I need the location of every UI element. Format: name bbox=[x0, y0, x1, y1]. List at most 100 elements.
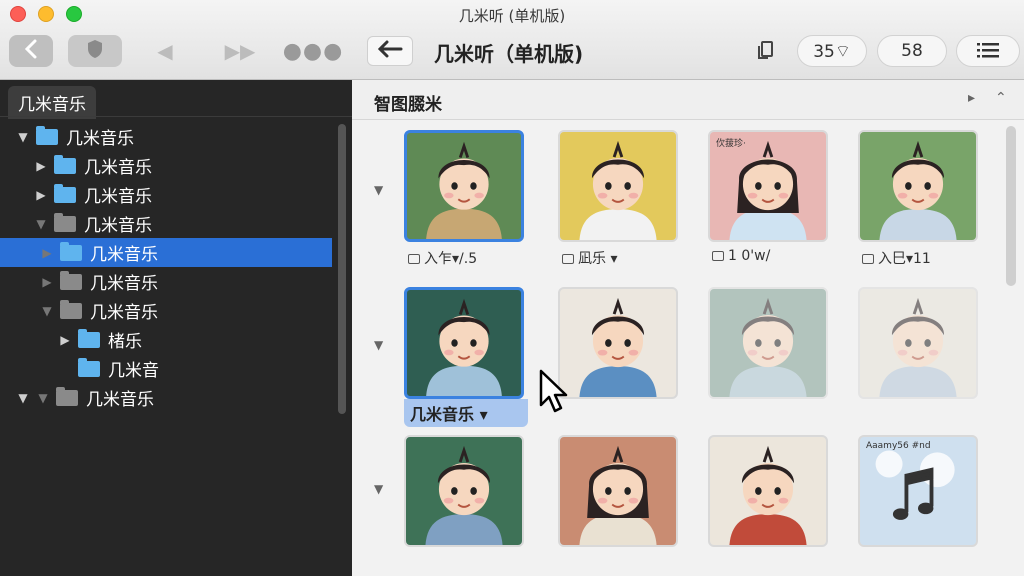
copy-icon bbox=[757, 40, 775, 65]
folder-outline-icon bbox=[862, 254, 874, 264]
chevron-up-icon[interactable]: ⌃ bbox=[995, 90, 1007, 106]
album-caption[interactable]: 凪乐 ▾ bbox=[562, 248, 617, 268]
disclosure-collapsed-icon[interactable]: ▶ bbox=[34, 159, 48, 173]
content-scrollbar[interactable] bbox=[1006, 126, 1016, 286]
row-disclosure-icon[interactable]: ▼ bbox=[374, 183, 383, 197]
sidebar-item-label: 几米音乐 bbox=[90, 274, 158, 294]
disclosure-expanded-icon[interactable]: ▼ bbox=[16, 391, 30, 405]
sidebar: 几米音乐 ▼ 几米音乐 ▶ 几米音乐 ▶ 几米音乐 ▼ 几米音乐 ▶ 几米音乐 ▶ 几米音乐 ▼ 几米音乐… bbox=[0, 80, 352, 576]
sidebar-tab[interactable]: 几米音乐 bbox=[8, 86, 96, 119]
sidebar-tree-item[interactable]: ▶ 几米音乐 bbox=[0, 151, 332, 180]
sidebar-tree-item[interactable]: ▼ 几米音乐 bbox=[0, 122, 332, 151]
triangle-left-icon: ◀ bbox=[157, 39, 173, 63]
folder-icon bbox=[54, 183, 76, 203]
section-header: 智图腏米 ▸ ⌃ bbox=[352, 80, 1024, 120]
sidebar-item-label: 楮乐 bbox=[108, 332, 142, 352]
sidebar-tree-item[interactable]: 几米音 bbox=[0, 354, 332, 383]
album-tile[interactable] bbox=[558, 435, 678, 547]
album-tile[interactable] bbox=[404, 130, 524, 242]
folder-icon bbox=[54, 212, 76, 232]
disclosure-expanded-icon[interactable]: ▼ bbox=[34, 217, 48, 231]
album-tile[interactable] bbox=[858, 287, 978, 399]
album-artwork-icon bbox=[729, 445, 807, 545]
shield-button[interactable] bbox=[68, 35, 122, 67]
disclosure-collapsed-icon[interactable]: ▶ bbox=[58, 333, 72, 347]
sidebar-tree-item[interactable]: ▼ 几米音乐 bbox=[0, 296, 332, 325]
chevron-right-icon[interactable]: ▸ bbox=[968, 90, 975, 106]
title-bar: 几米听 (单机版) ◀ ▶▶ ●●● 几米听（单机版) 35⌔ 58 bbox=[0, 0, 1024, 80]
disclosure-collapsed-icon[interactable]: ▶ bbox=[40, 275, 54, 289]
album-tile[interactable] bbox=[558, 130, 678, 242]
album-tile[interactable] bbox=[708, 435, 828, 547]
album-tile[interactable] bbox=[404, 287, 524, 399]
counter-pill-right[interactable]: 58 bbox=[877, 35, 947, 67]
disclosure-expanded-icon[interactable]: ▼ bbox=[36, 391, 50, 405]
album-artwork-icon bbox=[579, 297, 657, 397]
album-caption[interactable]: 几米音乐 ▾ bbox=[404, 399, 528, 427]
album-caption[interactable]: 入巳▾11 bbox=[862, 248, 931, 268]
sidebar-item-label: 几米音乐 bbox=[84, 216, 152, 236]
folder-icon bbox=[54, 154, 76, 174]
sidebar-item-label: 几米音乐 bbox=[90, 245, 158, 265]
folder-icon bbox=[60, 299, 82, 319]
folder-outline-icon bbox=[712, 251, 724, 261]
album-art-text: Aaamy56 #nd bbox=[866, 441, 931, 451]
window-title: 几米听 (单机版) bbox=[458, 7, 566, 25]
album-tile[interactable] bbox=[708, 287, 828, 399]
album-tile[interactable]: Aaamy56 #nd bbox=[858, 435, 978, 547]
sidebar-tree-item[interactable]: ▼ ▼ 几米音乐 bbox=[0, 383, 332, 412]
chevron-left-icon bbox=[24, 39, 38, 63]
album-caption-text: 入乍▾/.5 bbox=[424, 251, 478, 267]
sidebar-item-label: 几米音乐 bbox=[84, 187, 152, 207]
content-area: 智图腏米 ▸ ⌃ ▼ ▼ ▼ 入乍▾/.5 凪乐 ▾ 㐸菝珍· 1 0'w/入巳▾11… bbox=[352, 80, 1024, 576]
folder-icon bbox=[78, 357, 100, 377]
ellipsis-icon: ●●● bbox=[282, 38, 344, 64]
album-artwork-icon bbox=[426, 141, 502, 239]
list-icon bbox=[977, 39, 999, 63]
sidebar-back-button[interactable] bbox=[9, 35, 53, 67]
sidebar-item-label: 几米音乐 bbox=[66, 129, 134, 149]
sidebar-item-label: 几米音乐 bbox=[86, 390, 154, 410]
folder-icon bbox=[36, 125, 58, 145]
folder-icon bbox=[78, 328, 100, 348]
list-menu-button[interactable] bbox=[956, 35, 1020, 67]
album-caption-text: 1 0'w/ bbox=[728, 248, 771, 264]
album-artwork-icon bbox=[425, 445, 503, 545]
sidebar-tree-item[interactable]: ▼ 几米音乐 bbox=[0, 209, 332, 238]
disclosure-expanded-icon[interactable]: ▼ bbox=[16, 130, 30, 144]
sidebar-tree-item[interactable]: ▶ 楮乐 bbox=[0, 325, 332, 354]
sidebar-item-label: 几米音乐 bbox=[90, 303, 158, 323]
counter-pill-left[interactable]: 35⌔ bbox=[797, 35, 867, 67]
album-tile[interactable] bbox=[858, 130, 978, 242]
folder-icon bbox=[56, 386, 78, 406]
sidebar-tab-divider bbox=[0, 116, 352, 117]
disclosure-collapsed-icon[interactable]: ▶ bbox=[34, 188, 48, 202]
album-artwork-icon bbox=[426, 298, 502, 396]
album-tile[interactable] bbox=[558, 287, 678, 399]
album-tile[interactable] bbox=[404, 435, 524, 547]
nav-next-button[interactable]: ▶▶ bbox=[220, 38, 260, 64]
album-artwork-icon bbox=[579, 445, 657, 545]
more-options-button[interactable]: ●●● bbox=[283, 38, 343, 64]
sidebar-tree-item[interactable]: ▶ 几米音乐 bbox=[0, 267, 332, 296]
nav-previous-button[interactable]: ◀ bbox=[150, 38, 180, 64]
album-artwork-icon bbox=[879, 140, 957, 240]
row-disclosure-icon[interactable]: ▼ bbox=[374, 482, 383, 496]
album-caption[interactable]: 1 0'w/ bbox=[712, 248, 770, 264]
copy-button[interactable] bbox=[752, 38, 780, 66]
folder-icon bbox=[60, 241, 82, 261]
sidebar-scrollbar[interactable] bbox=[338, 124, 346, 414]
shield-icon bbox=[86, 39, 104, 63]
album-caption[interactable]: 入乍▾/.5 bbox=[408, 248, 477, 268]
sidebar-tree-item[interactable]: ▶ 几米音乐 bbox=[0, 180, 332, 209]
row-disclosure-icon[interactable]: ▼ bbox=[374, 338, 383, 352]
disclosure-expanded-icon[interactable]: ▼ bbox=[40, 304, 54, 318]
sidebar-item-label: 几米音乐 bbox=[84, 158, 152, 178]
section-title: 智图腏米 bbox=[374, 95, 442, 115]
album-artwork-icon bbox=[879, 297, 957, 397]
content-back-button[interactable] bbox=[367, 36, 413, 66]
sidebar-tree-item[interactable]: ▶ 几米音乐 bbox=[0, 238, 332, 267]
album-tile[interactable]: 㐸菝珍· bbox=[708, 130, 828, 242]
album-artwork-icon bbox=[729, 297, 807, 397]
disclosure-collapsed-icon[interactable]: ▶ bbox=[40, 246, 54, 260]
